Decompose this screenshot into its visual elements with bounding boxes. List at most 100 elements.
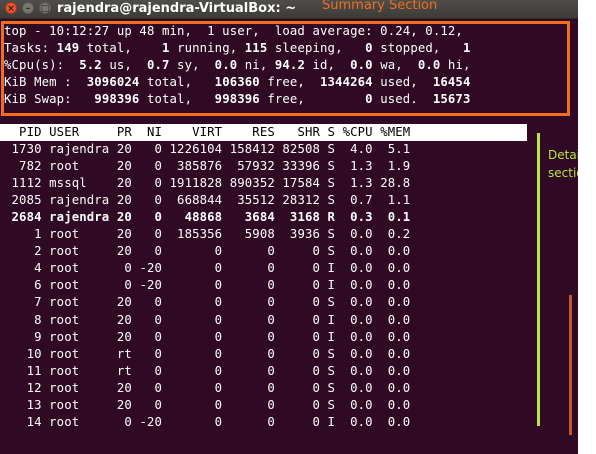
table-cell-ni: 0 [131, 210, 163, 225]
table-cell-user: root [41, 329, 110, 344]
table-cell-shr: 33396 [274, 159, 321, 174]
table-cell-shr: 0 [274, 397, 321, 412]
table-cell-user: root [41, 278, 110, 293]
table-cell-virt: 0 [162, 312, 223, 327]
table-cell-res: 158412 [222, 142, 275, 156]
column-header-user: USER [41, 125, 110, 139]
table-cell-user: root [41, 397, 110, 412]
table-cell-user: root [41, 414, 110, 429]
scrollbar[interactable] [569, 295, 572, 435]
minimize-icon[interactable]: – [22, 2, 34, 14]
title-bar[interactable]: × – □ rajendra@rajendra-VirtualBox: ~ Su… [0, 0, 578, 19]
table-row: 12 root 20 0 0 0 0 S 0.0 0.0 [4, 380, 411, 397]
table-row: 782 root 20 0 385876 57932 33396 S 1.3 1… [4, 158, 410, 175]
table-cell-virt: 668844 [162, 193, 223, 208]
column-header-pid: PID [4, 125, 42, 139]
table-cell-pr: 20 [109, 380, 132, 395]
table-cell-res: 0 [222, 244, 275, 259]
table-cell-shr: 82508 [274, 142, 321, 156]
table-cell-pr: 20 [109, 244, 132, 259]
table-cell-s: I [320, 278, 336, 293]
table-row: 11 root rt 0 0 0 0 S 0.0 0.0 [4, 363, 411, 380]
table-cell-pct-cpu: 0.3 [335, 210, 373, 225]
table-cell-virt: 0 [162, 295, 223, 310]
table-cell-s: I [320, 329, 336, 344]
table-cell-ni: 0 [131, 142, 163, 156]
table-row: 8 root 20 0 0 0 0 I 0.0 0.0 [4, 312, 410, 329]
table-cell-ni: 0 [131, 312, 163, 327]
table-cell-pr: 20 [109, 295, 132, 310]
table-cell-ni: 0 [131, 227, 163, 242]
table-cell-pid: 782 [4, 159, 42, 174]
summary-tasks-line: Tasks: 149 total, 1 running, 115 sleepin… [4, 41, 471, 55]
table-cell-s: S [320, 380, 336, 395]
table-cell-pid: 4 [4, 261, 42, 276]
table-row: 7 root 20 0 0 0 0 S 0.0 0.0 [4, 294, 410, 311]
table-cell-virt: 0 [162, 346, 223, 361]
table-cell-pid: 1112 [4, 176, 42, 191]
table-cell-res: 0 [222, 363, 275, 378]
table-cell-user: root [41, 363, 110, 378]
table-cell-s: S [320, 142, 336, 156]
table-cell-res: 5908 [222, 227, 275, 242]
table-cell-pct-cpu: 0.0 [335, 346, 373, 361]
table-cell-pid: 11 [4, 363, 42, 378]
table-cell-pid: 10 [4, 346, 42, 361]
table-cell-pct-cpu: 0.0 [335, 414, 373, 429]
window-title: rajendra@rajendra-VirtualBox: ~ [57, 1, 297, 16]
table-cell-pct-mem: 0.0 [372, 363, 411, 378]
table-cell-shr: 28312 [274, 193, 321, 208]
table-cell-user: root [41, 312, 110, 327]
table-cell-pr: 20 [109, 176, 132, 191]
table-cell-ni: 0 [131, 295, 163, 310]
table-cell-user: rajendra [41, 193, 110, 208]
table-cell-pct-cpu: 4.0 [335, 142, 373, 156]
column-header-pct-mem: %MEM [372, 125, 411, 139]
table-row: 1 root 20 0 185356 5908 3936 S 0.0 0.2 [4, 226, 410, 243]
table-cell-pct-cpu: 0.0 [335, 329, 373, 344]
table-cell-virt: 0 [162, 261, 223, 276]
table-cell-ni: 0 [131, 244, 163, 259]
table-cell-pct-cpu: 0.0 [335, 244, 373, 259]
table-cell-pct-cpu: 1.3 [335, 176, 373, 191]
table-cell-s: S [320, 295, 336, 310]
table-cell-pid: 8 [4, 312, 42, 327]
table-cell-pct-mem: 0.0 [372, 261, 411, 276]
table-cell-s: S [320, 159, 336, 174]
table-cell-s: S [320, 346, 336, 361]
maximize-icon[interactable]: □ [39, 2, 51, 14]
table-cell-pct-cpu: 0.0 [335, 380, 373, 395]
table-cell-shr: 0 [274, 312, 321, 327]
table-cell-pid: 13 [4, 397, 42, 412]
table-cell-pct-cpu: 0.0 [335, 278, 373, 293]
table-cell-virt: 0 [162, 244, 223, 259]
column-header-pr: PR [109, 125, 132, 139]
table-cell-pr: 0 [109, 278, 132, 293]
table-cell-shr: 0 [274, 380, 321, 395]
table-cell-pr: 20 [109, 210, 132, 225]
table-cell-virt: 185356 [162, 227, 223, 242]
table-cell-user: rajendra [41, 142, 110, 156]
table-cell-pct-mem: 0.0 [372, 312, 411, 327]
table-cell-pid: 2085 [4, 193, 42, 208]
table-cell-pid: 6 [4, 278, 42, 293]
column-header-virt: VIRT [162, 125, 223, 139]
table-cell-ni: 0 [131, 193, 163, 208]
table-cell-s: I [320, 414, 336, 429]
table-cell-pct-cpu: 0.0 [335, 227, 373, 242]
table-cell-pid: 12 [4, 380, 42, 395]
table-row: 2 root 20 0 0 0 0 S 0.0 0.0 [4, 243, 410, 260]
table-cell-pct-mem: 1.1 [372, 193, 411, 208]
table-cell-user: root [41, 295, 110, 310]
table-cell-pr: rt [109, 363, 132, 378]
table-cell-pr: 20 [109, 227, 132, 242]
table-cell-pr: 20 [109, 159, 132, 174]
table-cell-pct-cpu: 0.0 [335, 295, 373, 310]
table-cell-ni: -20 [131, 414, 163, 429]
table-cell-shr: 0 [274, 363, 321, 378]
close-icon[interactable]: × [5, 2, 17, 14]
table-cell-s: S [320, 176, 336, 191]
table-row: 13 root 20 0 0 0 0 S 0.0 0.0 [4, 397, 411, 414]
table-header: PID USER PR NI VIRT RES SHR S %CPU %MEM [4, 124, 410, 141]
terminal-window[interactable]: × – □ rajendra@rajendra-VirtualBox: ~ Su… [0, 0, 578, 454]
